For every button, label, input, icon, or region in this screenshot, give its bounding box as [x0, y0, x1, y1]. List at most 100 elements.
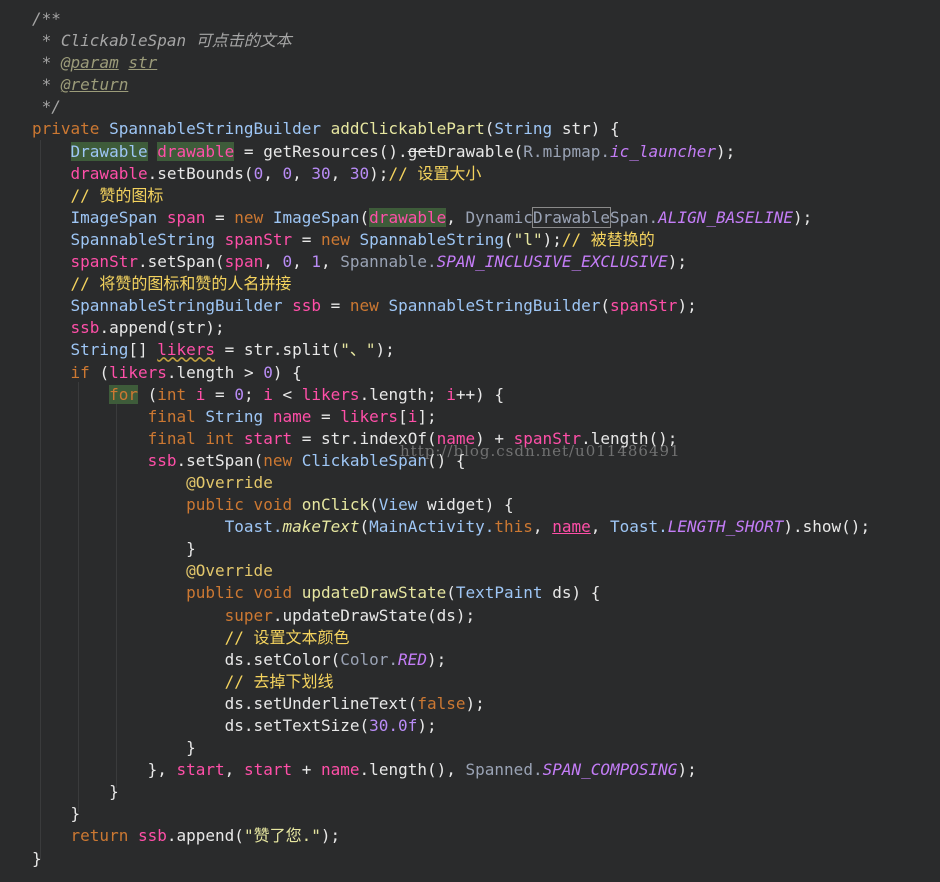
code-line[interactable]: }, start, start + name.length(), Spanned… [32, 759, 870, 781]
code-token: [ [398, 406, 408, 426]
code-line[interactable]: private SpannableStringBuilder addClicka… [32, 118, 870, 140]
code-token: for [109, 384, 138, 404]
code-token: R.mipmap. [523, 141, 610, 161]
code-line[interactable]: */ [32, 96, 870, 118]
code-token: ( [504, 229, 514, 249]
code-line[interactable]: super.updateDrawState(ds); [32, 605, 870, 627]
code-line[interactable]: @Override [32, 560, 870, 582]
code-line[interactable]: } [32, 538, 870, 560]
code-token: Spanned. [465, 760, 543, 780]
code-token: 0 [282, 252, 293, 272]
code-line[interactable]: drawable.setBounds(0, 0, 30, 30);// 设置大小 [32, 163, 870, 185]
code-token: LENGTH_SHORT [667, 517, 784, 537]
code-token: .length; [359, 384, 447, 404]
code-token: 0 [263, 362, 273, 382]
code-line[interactable]: } [32, 737, 870, 759]
code-token: ); [375, 340, 395, 360]
code-token: "、" [340, 340, 376, 360]
code-token: .length > [166, 362, 264, 382]
code-line[interactable]: public void updateDrawState(TextPaint ds… [32, 582, 870, 604]
code-token: ssb [70, 318, 100, 338]
code-token: * [32, 53, 61, 73]
code-editor[interactable]: /** * ClickableSpan 可点击的文本 * @param str … [0, 0, 940, 882]
code-line[interactable]: public void onClick(View widget) { [32, 494, 870, 516]
code-line[interactable]: ds.setColor(Color.RED); [32, 649, 870, 671]
code-token: ) { [272, 362, 302, 382]
code-token: , [263, 163, 283, 183]
code-token: return [70, 826, 138, 846]
code-token: SpannableStringBuilder [70, 296, 293, 316]
code-line[interactable]: Toast.makeText(MainActivity.this, name, … [32, 516, 870, 538]
code-token: start [243, 760, 293, 780]
code-token: @Override [186, 472, 273, 492]
code-token: = str.split( [215, 340, 341, 360]
code-line[interactable]: // 设置文本颜色 [32, 627, 870, 649]
code-token: = [292, 229, 321, 249]
code-token: str) { [561, 119, 620, 139]
code-line[interactable]: * @return [32, 74, 870, 96]
code-token: ); [417, 716, 437, 735]
code-line[interactable]: } [32, 781, 870, 803]
code-line[interactable]: for (int i = 0; i < likers.length; i++) … [32, 384, 870, 406]
code-line[interactable]: if (likers.length > 0) { [32, 362, 870, 384]
code-line[interactable]: SpannableString spanStr = new SpannableS… [32, 229, 870, 251]
code-token: likers [157, 340, 216, 360]
code-token: , [590, 517, 610, 537]
code-token: i [446, 384, 456, 404]
code-line[interactable]: ssb.append(str); [32, 317, 870, 339]
code-token: ); [465, 693, 485, 713]
code-token: // 赞的图标 [32, 185, 164, 205]
code-line[interactable]: } [32, 848, 870, 870]
code-token: new [321, 229, 360, 249]
code-token: name [272, 406, 312, 426]
code-line[interactable]: // 去掉下划线 [32, 671, 870, 693]
code-token: Drawable [531, 206, 612, 228]
code-token: SPAN_INCLUSIVE_EXCLUSIVE [436, 252, 668, 272]
code-token: span [224, 252, 264, 272]
code-token: ( [359, 517, 370, 537]
code-token: ); [369, 163, 389, 183]
code-line[interactable]: SpannableStringBuilder ssb = new Spannab… [32, 295, 870, 317]
code-line[interactable]: @Override [32, 472, 870, 494]
code-line[interactable]: ds.setTextSize(30.0f); [32, 715, 870, 737]
code-token: public void [186, 495, 302, 515]
code-token: ); [667, 252, 688, 272]
code-token: ); [677, 760, 697, 780]
code-line[interactable]: * ClickableSpan 可点击的文本 [32, 30, 870, 52]
code-token: onClick [301, 495, 370, 515]
code-token: , [224, 760, 244, 780]
code-token: */ [32, 97, 61, 117]
code-line[interactable]: // 将赞的图标和赞的人名拼接 [32, 273, 870, 295]
code-token: super [224, 605, 273, 625]
code-line[interactable]: spanStr.setSpan(span, 0, 1, Spannable.SP… [32, 251, 870, 273]
code-token: // 设置文本颜色 [32, 627, 350, 647]
code-token: 0 [282, 163, 293, 183]
code-token: SpannableString [359, 229, 505, 249]
code-line[interactable]: /** [32, 8, 870, 30]
code-area[interactable]: /** * ClickableSpan 可点击的文本 * @param str … [32, 8, 870, 870]
code-token: int [157, 384, 196, 404]
code-line[interactable]: ds.setUnderlineText(false); [32, 693, 870, 715]
code-line[interactable]: final String name = likers[i]; [32, 406, 870, 428]
code-line[interactable]: // 赞的图标 [32, 185, 870, 207]
code-token: final int [147, 428, 244, 448]
code-token: , [292, 252, 312, 272]
code-token: .append( [166, 826, 244, 846]
code-line[interactable]: * @param str [32, 52, 870, 74]
code-token: ic_launcher [610, 141, 716, 161]
code-token: i [195, 384, 206, 404]
code-line[interactable]: return ssb.append("赞了您."); [32, 825, 870, 847]
code-line[interactable]: ImageSpan span = new ImageSpan(drawable,… [32, 206, 870, 229]
code-token: @return [60, 75, 129, 95]
code-token: [] [128, 340, 158, 360]
code-line[interactable]: Drawable drawable = getResources().getDr… [32, 141, 870, 163]
code-line[interactable]: String[] likers = str.split("、"); [32, 339, 870, 361]
code-line[interactable]: } [32, 803, 870, 825]
